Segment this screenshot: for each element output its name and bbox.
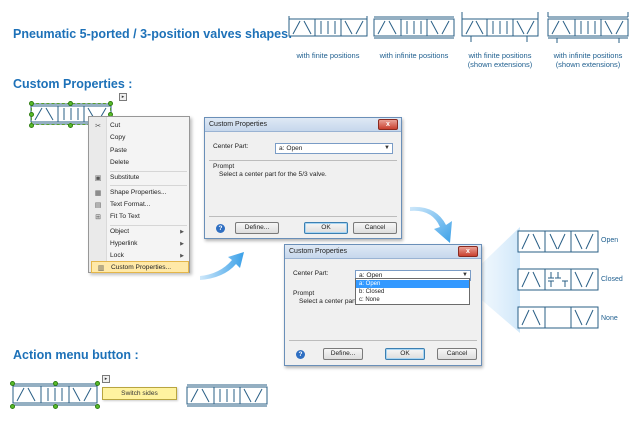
valve-result-open[interactable] bbox=[517, 230, 599, 254]
custom-properties-dialog: Custom Properties x Center Part: a: Open… bbox=[204, 117, 402, 239]
prompt-text: Select a center part fo bbox=[299, 298, 364, 305]
switched-valve-shape[interactable] bbox=[185, 381, 269, 411]
cancel-button[interactable]: Cancel bbox=[353, 222, 397, 234]
define-button[interactable]: Define... bbox=[323, 348, 363, 360]
help-icon[interactable]: ? bbox=[216, 224, 225, 233]
valve-shape-finite[interactable] bbox=[288, 14, 368, 42]
selection-handle[interactable] bbox=[10, 404, 15, 409]
menu-item-cut[interactable]: ✂ Cut bbox=[89, 120, 189, 132]
submenu-arrow-icon: ▶ bbox=[180, 240, 184, 247]
caption-infinite: with infinite positions bbox=[379, 51, 449, 60]
menu-item-text-format[interactable]: ▤ Text Format... bbox=[89, 199, 189, 211]
cancel-button[interactable]: Cancel bbox=[437, 348, 477, 360]
section-title-action-menu: Action menu button : bbox=[13, 348, 139, 362]
menu-item-copy[interactable]: Copy bbox=[89, 132, 189, 144]
ok-button[interactable]: OK bbox=[304, 222, 348, 234]
selection-handle[interactable] bbox=[95, 381, 100, 386]
prompt-text: Select a center part for the 5/3 valve. bbox=[219, 171, 327, 178]
menu-item-paste[interactable]: Paste bbox=[89, 145, 189, 157]
menu-item-shape-properties[interactable]: ▦ Shape Properties... bbox=[89, 187, 189, 199]
dropdown-option-none[interactable]: c: None bbox=[356, 296, 469, 304]
section-title-custom-properties: Custom Properties : bbox=[13, 77, 133, 91]
dropdown-option-closed[interactable]: b: Closed bbox=[356, 288, 469, 296]
close-button[interactable]: x bbox=[458, 246, 478, 257]
help-icon[interactable]: ? bbox=[296, 350, 305, 359]
chevron-down-icon: ▼ bbox=[384, 145, 390, 151]
scissors-icon: ✂ bbox=[95, 123, 101, 130]
ok-button[interactable]: OK bbox=[385, 348, 425, 360]
selection-handle[interactable] bbox=[68, 123, 73, 128]
menu-item-fit-to-text[interactable]: ⊞ Fit To Text bbox=[89, 211, 189, 223]
shape-properties-icon: ▦ bbox=[94, 189, 102, 197]
selection-handle[interactable] bbox=[95, 404, 100, 409]
selection-handle[interactable] bbox=[68, 101, 73, 106]
center-part-select[interactable]: a: Open ▼ bbox=[275, 143, 393, 154]
flow-arrow-icon bbox=[200, 252, 244, 280]
menu-item-delete[interactable]: Delete bbox=[89, 157, 189, 169]
menu-item-hyperlink[interactable]: Hyperlink ▶ bbox=[89, 238, 189, 250]
center-part-label: Center Part: bbox=[293, 270, 329, 277]
center-part-label: Center Part: bbox=[213, 143, 249, 150]
menu-item-substitute[interactable]: ▣ Substitute bbox=[89, 172, 189, 184]
selection-handle[interactable] bbox=[29, 112, 34, 117]
center-part-dropdown-list: a: Open b: Closed c: None bbox=[355, 278, 470, 305]
switch-sides-action[interactable]: Switch sides bbox=[102, 387, 177, 400]
dropdown-option-open[interactable]: a: Open bbox=[356, 280, 469, 288]
result-label-open: Open bbox=[601, 237, 619, 244]
action-menu-button[interactable]: ▸ bbox=[119, 93, 127, 101]
menu-item-custom-properties[interactable]: ▥ Custom Properties... bbox=[91, 260, 189, 273]
context-menu: ✂ Cut Copy Paste Delete ▣ Substitute ▦ Shap… bbox=[88, 116, 190, 273]
selection-handle[interactable] bbox=[29, 101, 34, 106]
custom-properties-icon: ▥ bbox=[97, 264, 105, 272]
result-label-closed: Closed bbox=[601, 276, 623, 283]
selection-handle[interactable] bbox=[10, 381, 15, 386]
valve-shape-finite-extended[interactable] bbox=[461, 10, 539, 44]
prompt-label: Prompt bbox=[213, 163, 235, 170]
valve-shape-infinite-extended[interactable] bbox=[547, 10, 629, 44]
selection-handle[interactable] bbox=[108, 101, 113, 106]
caption-finite: with finite positions bbox=[296, 51, 360, 60]
prompt-label: Prompt bbox=[293, 290, 315, 297]
caption-finite-extended: with finite positions (shown extensions) bbox=[467, 51, 533, 69]
fit-to-text-icon: ⊞ bbox=[95, 214, 101, 222]
valve-result-closed[interactable] bbox=[517, 268, 599, 292]
section-title-valve-shapes: Pneumatic 5-ported / 3-position valves s… bbox=[13, 27, 293, 41]
text-format-icon: ▤ bbox=[94, 201, 102, 209]
close-button[interactable]: x bbox=[378, 119, 398, 130]
dialog-title: Custom Properties bbox=[285, 245, 481, 259]
selection-handle[interactable] bbox=[53, 404, 58, 409]
dialog-title: Custom Properties bbox=[205, 118, 401, 132]
define-button[interactable]: Define... bbox=[235, 222, 279, 234]
valve-shape-infinite[interactable] bbox=[373, 14, 455, 42]
custom-properties-dialog-dropdown: Custom Properties x Center Part: a: Open… bbox=[284, 244, 482, 366]
substitute-icon: ▣ bbox=[94, 175, 102, 182]
flow-arrow-icon bbox=[410, 206, 452, 243]
caption-infinite-extended: with infinite positions (shown extension… bbox=[553, 51, 623, 69]
selection-handle[interactable] bbox=[53, 381, 58, 386]
menu-item-object[interactable]: Object ▶ bbox=[89, 226, 189, 238]
selection-handle[interactable] bbox=[29, 123, 34, 128]
result-label-none: None bbox=[601, 315, 618, 322]
submenu-arrow-icon: ▶ bbox=[180, 228, 184, 235]
action-menu-button[interactable]: ▸ bbox=[102, 375, 110, 383]
valve-result-none[interactable] bbox=[517, 306, 599, 330]
